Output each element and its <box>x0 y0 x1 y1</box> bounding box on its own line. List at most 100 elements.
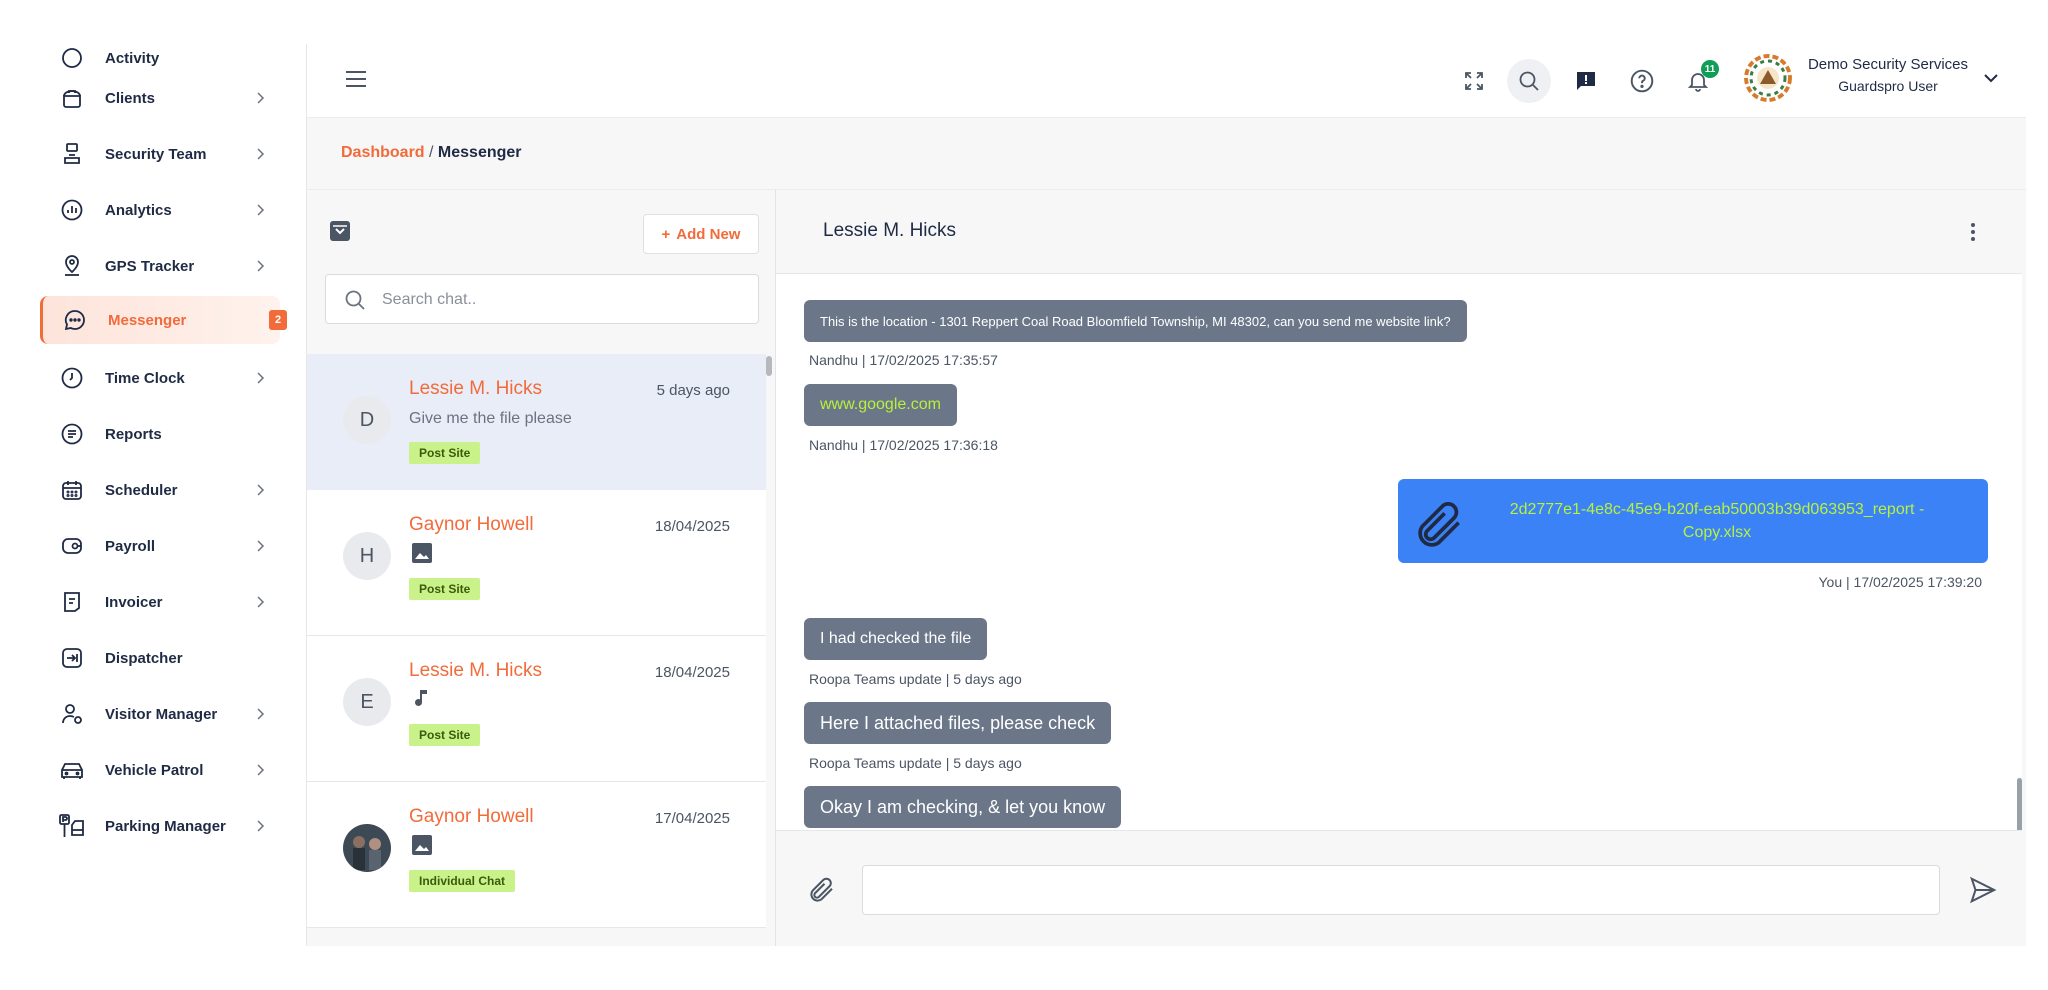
invoice-icon <box>58 588 86 616</box>
message-input[interactable] <box>862 865 1940 915</box>
location-pin-icon <box>58 252 86 280</box>
feedback-icon[interactable] <box>1569 64 1603 98</box>
clock-icon <box>58 364 86 392</box>
file-attachment-link[interactable]: 2d2777e1-4e8c-45e9-b20f-eab50003b39d0639… <box>1476 498 1958 544</box>
chat-tag: Post Site <box>409 442 481 464</box>
sidebar-item-time-clock[interactable]: Time Clock <box>26 354 306 402</box>
chat-avatar: H <box>343 532 391 580</box>
sidebar-item-messenger[interactable]: Messenger 2 <box>40 296 287 344</box>
message-area: This is the location - 1301 Reppert Coal… <box>776 274 2022 830</box>
conversation-panel: Lessie M. Hicks This is the location - 1… <box>776 190 2026 946</box>
sidebar-item-label: Clients <box>105 89 156 107</box>
top-bar: 11 Demo Security Services Guardspro User <box>307 44 2026 118</box>
breadcrumb-dashboard-link[interactable]: Dashboard <box>341 144 425 161</box>
chat-avatar-photo <box>343 824 391 872</box>
notification-bell-icon[interactable]: 11 <box>1681 60 1719 98</box>
help-icon[interactable] <box>1625 64 1659 98</box>
chevron-right-icon <box>257 260 265 272</box>
chat-list-item[interactable]: D Lessie M. Hicks 5 days ago Give me the… <box>307 354 766 500</box>
more-options-icon[interactable] <box>1964 220 1982 244</box>
paperclip-icon <box>1418 502 1460 547</box>
chat-preview: Give me the file please <box>409 410 572 427</box>
message-bubble: Here I attached files, please check <box>804 702 1112 744</box>
message-bubble: This is the location - 1301 Reppert Coal… <box>804 300 1467 342</box>
sidebar: Activity Clients Security Team Analytics… <box>26 44 307 946</box>
user-name: Demo Security Services <box>1807 56 1969 73</box>
sidebar-item-analytics[interactable]: Analytics <box>26 186 306 234</box>
sidebar-item-label: Security Team <box>105 145 207 163</box>
chevron-right-icon <box>257 540 265 552</box>
sidebar-item-security-team[interactable]: Security Team <box>26 130 306 178</box>
file-attachment-bubble[interactable]: 2d2777e1-4e8c-45e9-b20f-eab50003b39d0639… <box>1398 479 1988 563</box>
chevron-right-icon <box>257 820 265 832</box>
notification-count-badge: 11 <box>1701 60 1719 78</box>
message-area-scrollbar[interactable] <box>2017 778 2022 830</box>
guard-icon <box>58 140 86 168</box>
activity-icon <box>58 44 86 72</box>
chevron-right-icon <box>257 204 265 216</box>
company-logo-avatar[interactable] <box>1744 54 1792 102</box>
analytics-icon <box>58 196 86 224</box>
chat-name: Lessie M. Hicks <box>409 660 543 681</box>
sidebar-item-payroll[interactable]: Payroll <box>26 522 306 570</box>
chat-avatar: E <box>343 678 391 726</box>
search-icon[interactable] <box>1507 59 1551 103</box>
sidebar-item-label: Payroll <box>105 537 156 555</box>
search-icon <box>345 290 365 310</box>
sidebar-item-label: Analytics <box>105 201 172 219</box>
sidebar-item-gps-tracker[interactable]: GPS Tracker <box>26 242 306 290</box>
chat-time: 17/04/2025 <box>654 810 730 827</box>
chat-list-item[interactable]: Gaynor Howell 17/04/2025 Individual Chat <box>307 782 766 928</box>
sidebar-item-scheduler[interactable]: Scheduler <box>26 466 306 514</box>
message-bubble: I had checked the file <box>804 618 988 660</box>
sidebar-item-invoicer[interactable]: Invoicer <box>26 578 306 626</box>
sidebar-item-label: Dispatcher <box>105 649 183 667</box>
hamburger-menu-icon[interactable] <box>345 70 367 88</box>
message-link[interactable]: www.google.com <box>820 396 941 414</box>
plus-icon: + <box>661 225 671 243</box>
message-meta: Nandhu | 17/02/2025 17:35:57 <box>809 352 998 368</box>
chat-name: Gaynor Howell <box>409 514 534 535</box>
chat-time: 18/04/2025 <box>654 518 730 535</box>
sidebar-item-label: Scheduler <box>105 481 178 499</box>
chat-list-item[interactable]: E Lessie M. Hicks 18/04/2025 Post Site <box>307 636 766 782</box>
sidebar-item-label: Visitor Manager <box>105 705 218 723</box>
sidebar-item-vehicle-patrol[interactable]: Vehicle Patrol <box>26 746 306 794</box>
sidebar-item-label: Invoicer <box>105 593 163 611</box>
dispatch-icon <box>58 644 86 672</box>
music-note-icon <box>415 690 427 706</box>
archive-icon[interactable] <box>329 220 351 242</box>
sidebar-item-label: Parking Manager <box>105 817 226 835</box>
sidebar-item-clients[interactable]: Clients <box>26 74 306 122</box>
message-bubble: Okay I am checking, & let you know <box>804 786 1122 828</box>
fullscreen-icon[interactable] <box>1457 64 1491 98</box>
chat-tag: Post Site <box>409 578 481 600</box>
send-icon[interactable] <box>1968 875 1998 905</box>
sidebar-item-visitor-manager[interactable]: Visitor Manager <box>26 690 306 738</box>
chevron-right-icon <box>257 148 265 160</box>
chat-name: Lessie M. Hicks <box>409 378 543 399</box>
chevron-right-icon <box>257 596 265 608</box>
chevron-right-icon <box>257 372 265 384</box>
conversation-header: Lessie M. Hicks <box>776 190 2022 274</box>
sidebar-item-dispatcher[interactable]: Dispatcher <box>26 634 306 682</box>
chevron-down-icon[interactable] <box>1983 70 1999 86</box>
chat-search-box[interactable] <box>325 274 759 324</box>
attach-file-icon[interactable] <box>807 875 837 905</box>
chat-search-input[interactable] <box>382 287 742 313</box>
parking-icon <box>58 812 86 840</box>
message-bubble: www.google.com <box>804 384 957 426</box>
message-meta: Nandhu | 17/02/2025 17:36:18 <box>809 437 998 453</box>
chat-time: 18/04/2025 <box>654 664 730 681</box>
sidebar-item-parking-manager[interactable]: Parking Manager <box>26 802 306 850</box>
breadcrumb-bar: Dashboard / Messenger <box>307 118 2026 190</box>
chat-list-scrollbar[interactable] <box>766 356 772 376</box>
add-new-chat-button[interactable]: + Add New <box>643 214 759 254</box>
calendar-icon <box>58 476 86 504</box>
breadcrumb-separator: / <box>424 144 438 161</box>
chat-name: Gaynor Howell <box>409 806 534 827</box>
chevron-right-icon <box>257 484 265 496</box>
chevron-right-icon <box>257 708 265 720</box>
chat-list-item[interactable]: H Gaynor Howell 18/04/2025 Post Site <box>307 490 766 636</box>
sidebar-item-reports[interactable]: Reports <box>26 410 306 458</box>
